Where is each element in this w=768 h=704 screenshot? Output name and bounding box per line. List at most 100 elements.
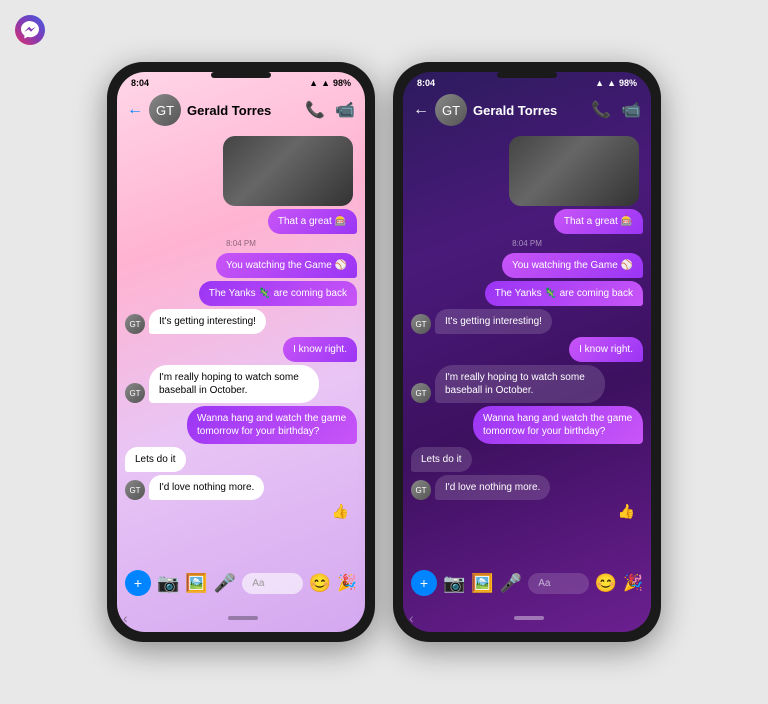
chat-header-light: ← GT Gerald Torres 📞 📹 [117,90,365,132]
bubble-hang-light: Wanna hang and watch the game tomorrow f… [187,406,357,444]
image-preview-dark [509,136,639,206]
avatar-small-6-light: GT [125,383,145,403]
avatar-small-6-dark: GT [411,383,431,403]
avatar-small-9-light: GT [125,480,145,500]
contact-avatar-dark: GT [435,94,467,126]
header-icons-dark: 📞 📹 [591,100,641,120]
msg-row-image-light [125,136,357,206]
msg-row-8-light: Lets do it [125,447,357,472]
plus-button-dark[interactable]: + [411,570,437,596]
video-call-icon-dark[interactable]: 📹 [621,100,641,120]
bubble-interesting-light: It's getting interesting! [149,309,266,334]
msg-row-4-dark: GT It's getting interesting! [411,309,643,334]
bubble-baseball-dark: I'm really hoping to watch some baseball… [435,365,605,403]
signal-icon-light: ▲ [309,78,318,88]
battery-text-light: 98% [333,78,351,88]
page-background: 8:04 ▲ ▲ 98% ← GT Gerald Torres 📞 📹 [0,0,768,704]
video-call-icon-light[interactable]: 📹 [335,100,355,120]
image-content-dark [509,136,639,206]
chat-area-dark: That a great 🎰 8:04 PM You watching the … [403,132,651,564]
bubble-iknow-dark: I know right. [569,337,643,362]
msg-row-7-light: Wanna hang and watch the game tomorrow f… [125,406,357,444]
msg-row-1-dark: That a great 🎰 [411,209,643,234]
phone-light: 8:04 ▲ ▲ 98% ← GT Gerald Torres 📞 📹 [107,62,375,642]
plus-button-light[interactable]: + [125,570,151,596]
emoji-icon-dark[interactable]: 😊 [595,573,617,594]
confetti-icon-dark[interactable]: 🎉 [623,573,643,593]
battery-text-dark: 98% [619,78,637,88]
phone-notch-light [211,72,271,78]
timestamp-light: 8:04 PM [125,239,357,248]
nav-bar-dark: ‹ [403,604,651,632]
msg-row-2-dark: You watching the Game ⚾ [411,253,643,278]
bubble-iknow-light: I know right. [283,337,357,362]
timestamp-dark: 8:04 PM [411,239,643,248]
bubble-baseball-light: I'm really hoping to watch some baseball… [149,365,319,403]
confetti-icon-light[interactable]: 🎉 [337,573,357,593]
emoji-icon-light[interactable]: 😊 [309,573,331,594]
nav-arrow-dark: ‹ [409,610,414,626]
mic-icon-light[interactable]: 🎤 [214,573,236,594]
msg-row-6-light: GT I'm really hoping to watch some baseb… [125,365,357,403]
bubble-hang-dark: Wanna hang and watch the game tomorrow f… [473,406,643,444]
msg-row-3-dark: The Yanks 🦎 are coming back [411,281,643,306]
avatar-small-4-dark: GT [411,314,431,334]
chat-header-dark: ← GT Gerald Torres 📞 📹 [403,90,651,132]
image-content-light [223,136,353,206]
text-input-dark[interactable]: Aa [528,573,588,594]
msg-row-image-dark [411,136,643,206]
text-input-light[interactable]: Aa [242,573,302,594]
nav-pill-light [228,616,258,620]
bubble-yanks-dark: The Yanks 🦎 are coming back [485,281,643,306]
phone-screen-light: 8:04 ▲ ▲ 98% ← GT Gerald Torres 📞 📹 [117,72,365,632]
status-time-dark: 8:04 [417,78,435,88]
bottom-toolbar-dark: + 📷 🖼️ 🎤 Aa 😊 🎉 [403,564,651,604]
chat-area-light: That a great 🎰 8:04 PM You watching the … [117,132,365,564]
status-right-light: ▲ ▲ 98% [309,78,351,88]
phone-notch-dark [497,72,557,78]
camera-icon-light[interactable]: 📷 [157,573,179,594]
status-right-dark: ▲ ▲ 98% [595,78,637,88]
msg-row-3-light: The Yanks 🦎 are coming back [125,281,357,306]
msg-row-9-light: GT I'd love nothing more. [125,475,357,500]
msg-row-7-dark: Wanna hang and watch the game tomorrow f… [411,406,643,444]
msg-row-9-dark: GT I'd love nothing more. [411,475,643,500]
header-icons-light: 📞 📹 [305,100,355,120]
nav-arrow-light: ‹ [123,610,128,626]
phone-dark: 8:04 ▲ ▲ 98% ← GT Gerald Torres 📞 📹 [393,62,661,642]
messenger-app-icon [14,14,46,46]
msg-row-5-light: I know right. [125,337,357,362]
bubble-lets-dark: Lets do it [411,447,472,472]
signal-icon-dark: ▲ [595,78,604,88]
wifi-icon-light: ▲ [321,78,330,88]
bubble-love-dark: I'd love nothing more. [435,475,550,500]
mic-icon-dark[interactable]: 🎤 [500,573,522,594]
nav-pill-dark [514,616,544,620]
emoji-reaction-dark: 👍 [411,503,643,520]
msg-row-1-light: That a great 🎰 [125,209,357,234]
avatar-small-4-light: GT [125,314,145,334]
back-button-dark[interactable]: ← [413,101,429,119]
gallery-icon-light[interactable]: 🖼️ [185,573,207,594]
phone-screen-dark: 8:04 ▲ ▲ 98% ← GT Gerald Torres 📞 📹 [403,72,651,632]
contact-name-light: Gerald Torres [187,103,299,118]
contact-avatar-light: GT [149,94,181,126]
msg-row-8-dark: Lets do it [411,447,643,472]
bubble-interesting-dark: It's getting interesting! [435,309,552,334]
camera-icon-dark[interactable]: 📷 [443,573,465,594]
msg-row-4-light: GT It's getting interesting! [125,309,357,334]
bubble-that-great-light: That a great 🎰 [268,209,357,234]
status-time-light: 8:04 [131,78,149,88]
gallery-icon-dark[interactable]: 🖼️ [471,573,493,594]
bubble-love-light: I'd love nothing more. [149,475,264,500]
bubble-that-great-dark: That a great 🎰 [554,209,643,234]
back-button-light[interactable]: ← [127,101,143,119]
phone-call-icon-light[interactable]: 📞 [305,100,325,120]
bubble-watching-dark: You watching the Game ⚾ [502,253,643,278]
contact-name-dark: Gerald Torres [473,103,585,118]
phone-call-icon-dark[interactable]: 📞 [591,100,611,120]
emoji-reaction-light: 👍 [125,503,357,520]
bubble-watching-light: You watching the Game ⚾ [216,253,357,278]
bubble-yanks-light: The Yanks 🦎 are coming back [199,281,357,306]
bubble-lets-light: Lets do it [125,447,186,472]
